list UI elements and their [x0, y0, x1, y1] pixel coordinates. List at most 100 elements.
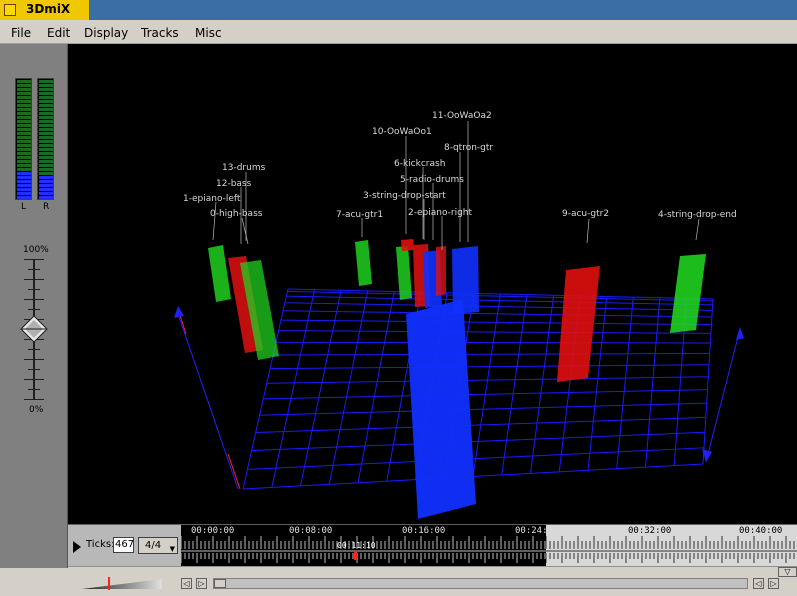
fader-knob[interactable]	[20, 315, 48, 343]
level-meter-right	[37, 78, 54, 200]
transport-bar: Ticks: 467 4/4 ▼ 00:00:00 00:08:00 00:16…	[68, 524, 797, 567]
track-label-12[interactable]: 12-bass	[216, 179, 252, 189]
track-label-13[interactable]: 13-drums	[222, 163, 266, 173]
3d-mix-view[interactable]: 11-OoWaOa2 10-OoWaOo1 8-qtron-gtr 6-kick…	[68, 44, 797, 524]
time-signature-select[interactable]: 4/4 ▼	[138, 537, 178, 554]
floor-grid	[242, 288, 714, 490]
3d-scene[interactable]: 11-OoWaOa2 10-OoWaOo1 8-qtron-gtr 6-kick…	[68, 44, 797, 524]
track-label-6[interactable]: 6-kickcrash	[394, 159, 445, 169]
grid-line	[616, 297, 634, 469]
meter-segment	[17, 100, 31, 103]
grid-line	[472, 293, 501, 477]
meter-segment	[17, 120, 31, 123]
track-label-9[interactable]: 9-acu-gtr2	[562, 209, 609, 219]
track-block-4-string-drop-end[interactable]	[670, 254, 706, 333]
meter-segment	[17, 196, 31, 199]
zoom-slider[interactable]	[82, 579, 162, 589]
grid-line	[530, 295, 555, 474]
track-label-8[interactable]: 8-qtron-gtr	[444, 143, 493, 153]
track-label-0[interactable]: 0-high-bass	[210, 209, 263, 219]
menu-bar: File Edit Display Tracks Misc	[0, 21, 797, 44]
track-label-2[interactable]: 2-epiano-right	[408, 208, 472, 218]
menu-file[interactable]: File	[11, 26, 31, 40]
meter-segment	[17, 112, 31, 115]
app-icon[interactable]	[4, 4, 16, 16]
time-mark-5: 00:40:00	[739, 526, 783, 536]
fader-tick	[28, 349, 40, 350]
track-label-5[interactable]: 5-radio-drums	[400, 175, 464, 185]
grid-line	[271, 289, 316, 488]
time-mark-0: 00:00:00	[191, 526, 235, 536]
bottom-bar: ▽ ◁ ▷ ◁ ▷	[68, 566, 797, 596]
track-label-10[interactable]: 10-OoWaOo1	[372, 127, 432, 137]
track-label-7[interactable]: 7-acu-gtr1	[336, 210, 383, 220]
chevron-down-icon: ▼	[169, 545, 175, 553]
track-blocks[interactable]	[208, 239, 706, 519]
track-block-10-OoWaOo1[interactable]	[401, 239, 414, 251]
scroll-right-button[interactable]: ▷	[196, 578, 207, 589]
scrollbar-thumb[interactable]	[214, 579, 226, 588]
scroll-left-button-right[interactable]: ◁	[753, 578, 764, 589]
fader-tick	[24, 379, 44, 380]
track-label-4[interactable]: 4-string-drop-end	[658, 210, 737, 220]
menu-display[interactable]: Display	[84, 26, 128, 40]
meter-segment	[39, 152, 53, 155]
meter-segment	[39, 180, 53, 183]
meter-segment	[39, 84, 53, 87]
menu-tracks[interactable]: Tracks	[141, 26, 179, 40]
ticks-input[interactable]: 467	[113, 537, 134, 553]
meter-segment	[17, 144, 31, 147]
fader-tick	[24, 279, 44, 280]
master-volume-fader[interactable]	[20, 259, 48, 409]
meter-segment	[39, 172, 53, 175]
track-block-5-radio-drums[interactable]	[436, 246, 446, 296]
playhead-time: 00:11:10	[337, 541, 376, 550]
meter-segment	[39, 108, 53, 111]
scroll-right-button-right[interactable]: ▷	[768, 578, 779, 589]
meter-segment	[17, 128, 31, 131]
scroll-down-button[interactable]: ▽	[778, 567, 797, 577]
meter-segment	[17, 92, 31, 95]
menu-misc[interactable]: Misc	[195, 26, 222, 40]
meter-segment	[39, 112, 53, 115]
track-block-9-acu-gtr2[interactable]	[557, 266, 600, 382]
meter-segment	[17, 152, 31, 155]
meter-left-label: L	[21, 202, 27, 212]
zoom-slider-marker[interactable]	[108, 577, 110, 590]
meter-segment	[17, 104, 31, 107]
meter-segment	[39, 160, 53, 163]
meter-segment	[39, 96, 53, 99]
menu-edit[interactable]: Edit	[47, 26, 70, 40]
track-label-1[interactable]: 1-epiano-left	[183, 194, 241, 204]
meter-segment	[39, 156, 53, 159]
track-label-3[interactable]: 3-string-drop-start	[363, 191, 446, 201]
ticks-label: Ticks:	[86, 539, 115, 550]
mixer-panel: L R 100% 0%	[0, 44, 68, 568]
meter-segment	[17, 160, 31, 163]
time-mark-4: 00:32:00	[628, 526, 672, 536]
track-block-1-epiano-left[interactable]	[208, 245, 231, 302]
grid-line	[501, 294, 528, 476]
window-title: 3DmiX	[26, 2, 71, 16]
grid-line	[259, 402, 707, 416]
playhead-marker[interactable]	[354, 552, 357, 560]
meter-segment	[17, 84, 31, 87]
timeline[interactable]: 00:00:00 00:08:00 00:16:00 00:24:00 00:3…	[181, 525, 797, 567]
meter-segment	[17, 124, 31, 127]
horizontal-scrollbar[interactable]	[213, 578, 748, 589]
track-label-11[interactable]: 11-OoWaOa2	[432, 111, 492, 121]
play-icon[interactable]	[73, 541, 81, 553]
meter-segment	[39, 104, 53, 107]
meter-segment	[39, 196, 53, 199]
window-title-tab[interactable]: 3DmiX	[0, 0, 90, 20]
scroll-left-button[interactable]: ◁	[181, 578, 192, 589]
grid-line	[255, 416, 706, 433]
meter-segment	[39, 176, 53, 179]
meter-segment	[39, 116, 53, 119]
meter-segment	[39, 188, 53, 191]
time-signature-value: 4/4	[145, 540, 162, 551]
meter-segment	[39, 192, 53, 195]
timeline-unloaded-region[interactable]: 00:32:00 00:40:00	[546, 525, 797, 567]
meter-segment	[39, 88, 53, 91]
track-block-7-acu-gtr1[interactable]	[355, 240, 372, 286]
